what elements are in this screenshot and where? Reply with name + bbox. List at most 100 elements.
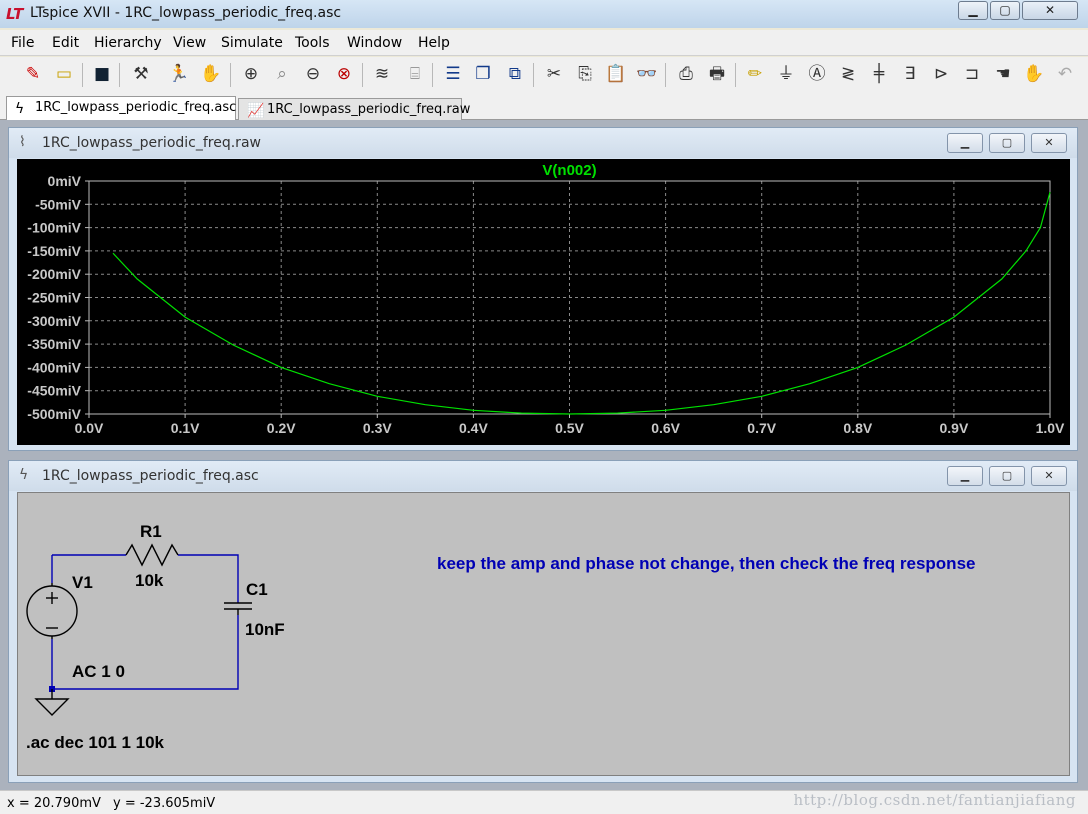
save-icon[interactable]: ■ <box>89 61 115 87</box>
ground-icon[interactable]: ⏚ <box>773 61 799 87</box>
copy-icon[interactable]: ⎘ <box>572 61 598 87</box>
waveform-minimize-button[interactable]: ▁ <box>947 133 983 153</box>
y-tick-label: 0miV <box>48 173 82 189</box>
capacitor-c1[interactable] <box>224 602 252 615</box>
maximize-button[interactable]: ▢ <box>990 1 1020 20</box>
diode-icon[interactable]: ⊳ <box>928 61 954 87</box>
tab-label: 1RC_lowpass_periodic_freq.raw <box>267 102 471 117</box>
menu-window[interactable]: Window <box>347 35 402 51</box>
toolbar-separator <box>533 63 534 87</box>
r1-name[interactable]: R1 <box>140 522 162 541</box>
y-tick-label: -450miV <box>27 383 81 399</box>
close-button[interactable]: ✕ <box>1022 1 1078 20</box>
x-tick-label: 0.4V <box>459 420 488 436</box>
waveform-maximize-button[interactable]: ▢ <box>989 133 1025 153</box>
toolbar-separator <box>665 63 666 87</box>
capacitor-icon[interactable]: ╪ <box>866 61 892 87</box>
resistor-r1[interactable] <box>125 543 179 567</box>
label-icon[interactable]: Ⓐ <box>804 61 830 87</box>
y-tick-label: -350miV <box>27 336 81 352</box>
menu-view[interactable]: View <box>173 35 206 51</box>
voltage-source-v1[interactable] <box>26 583 78 639</box>
tab-waveform[interactable]: 📈 1RC_lowpass_periodic_freq.raw <box>238 98 470 122</box>
schematic-drawing[interactable]: R1 10k C1 10nF V1 AC 1 0 .ac dec 101 1 1… <box>18 493 1069 775</box>
schematic-close-button[interactable]: ✕ <box>1031 466 1067 486</box>
schematic-window-titlebar: ϟ 1RC_lowpass_periodic_freq.asc ▁ ▢ ✕ <box>9 461 1077 491</box>
waveform-plot[interactable]: 0.0V 0.1V 0.2V 0.3V 0.4V 0.5V 0.6V 0.7V 0.8V 0.9V… <box>17 159 1070 445</box>
x-tick-label: 0.9V <box>939 420 968 436</box>
c1-value[interactable]: 10nF <box>245 620 285 639</box>
menu-simulate[interactable]: Simulate <box>221 35 283 51</box>
zoom-fit-icon[interactable]: ⊗ <box>331 61 357 87</box>
schematic-minimize-button[interactable]: ▁ <box>947 466 983 486</box>
tab-label: 1RC_lowpass_periodic_freq.asc <box>35 100 237 115</box>
schematic-icon: ϟ <box>15 101 25 117</box>
find-icon[interactable]: 👓 <box>634 61 660 87</box>
zoom-in-icon[interactable]: ⊕ <box>238 61 264 87</box>
schematic-comment[interactable]: keep the amp and phase not change, then … <box>437 554 975 573</box>
y-tick-label: -100miV <box>27 220 81 236</box>
pan-hand-icon[interactable]: ✋ <box>198 61 224 87</box>
x-tick-label: 0.2V <box>267 420 296 436</box>
menu-tools[interactable]: Tools <box>295 35 330 51</box>
resistor-icon[interactable]: ≷ <box>835 61 861 87</box>
x-tick-label: 0.0V <box>75 420 104 436</box>
v1-name[interactable]: V1 <box>72 573 93 592</box>
move-hand-icon[interactable]: ☚ <box>990 61 1016 87</box>
print-setup-icon[interactable]: 🖶 <box>704 61 730 87</box>
autorange-icon[interactable]: ≋ <box>369 61 395 87</box>
x-tick-label: 0.5V <box>555 420 584 436</box>
paste-icon[interactable]: 📋 <box>603 61 629 87</box>
x-tick-label: 0.8V <box>843 420 872 436</box>
open-folder-icon[interactable]: ▭ <box>51 61 77 87</box>
ground-symbol[interactable] <box>34 686 70 716</box>
inductor-icon[interactable]: ∃ <box>897 61 923 87</box>
menu-hierarchy[interactable]: Hierarchy <box>94 35 162 51</box>
tab-schematic[interactable]: ϟ 1RC_lowpass_periodic_freq.asc <box>6 96 236 121</box>
r1-value[interactable]: 10k <box>135 571 164 590</box>
waveform-close-button[interactable]: ✕ <box>1031 133 1067 153</box>
trace-label[interactable]: V(n002) <box>542 162 596 179</box>
component-icon[interactable]: ⊐ <box>959 61 985 87</box>
waveform-chart[interactable]: 0.0V 0.1V 0.2V 0.3V 0.4V 0.5V 0.6V 0.7V 0.8V 0.9V… <box>17 159 1070 445</box>
menu-bar: File Edit Hierarchy View Simulate Tools … <box>0 30 1088 56</box>
ltspice-window: LT LTspice XVII - 1RC_lowpass_periodic_f… <box>0 0 1088 814</box>
spice-directive[interactable]: .ac dec 101 1 10k <box>26 733 165 752</box>
tile-horizontal-icon[interactable]: ☰ <box>440 61 466 87</box>
plot-settings-icon[interactable]: ⌸ <box>402 61 428 87</box>
hammer-icon[interactable]: ⚒ <box>128 61 154 87</box>
trace-v-n002[interactable] <box>112 192 1051 415</box>
menu-help[interactable]: Help <box>418 35 450 51</box>
menu-file[interactable]: File <box>11 35 34 51</box>
status-bar: x = 20.790mV y = -23.605miV http://blog.… <box>0 790 1088 814</box>
wire-icon[interactable]: ✏ <box>742 61 768 87</box>
toolbar-separator <box>119 63 120 87</box>
new-schematic-icon[interactable]: ✎ <box>20 61 46 87</box>
x-tick-label: 0.7V <box>747 420 776 436</box>
print-icon[interactable]: ⎙ <box>673 61 699 87</box>
drag-hand-icon[interactable]: ✋ <box>1021 61 1047 87</box>
menu-edit[interactable]: Edit <box>52 35 79 51</box>
y-tick-label: -250miV <box>27 290 81 306</box>
x-tick-label: 0.6V <box>651 420 680 436</box>
tile-vertical-icon[interactable]: ⧉ <box>502 61 528 87</box>
schematic-canvas[interactable]: R1 10k C1 10nF V1 AC 1 0 .ac dec 101 1 1… <box>17 492 1070 776</box>
minimize-button[interactable]: ▁ <box>958 1 988 20</box>
v1-value[interactable]: AC 1 0 <box>72 662 125 681</box>
run-icon[interactable]: 🏃 <box>166 61 192 87</box>
cut-icon[interactable]: ✂ <box>541 61 567 87</box>
wire-top-right[interactable] <box>178 554 239 603</box>
toolbar: ✎ ▭ ■ ⚒ 🏃 ✋ ⊕ ⌕ ⊖ ⊗ ≋ ⌸ ☰ ❐ ⧉ ✂ ⎘ 📋 👓 ⎙ … <box>0 57 1088 93</box>
undo-icon[interactable]: ↶ <box>1052 61 1078 87</box>
waveform-icon: 📈 <box>247 103 265 119</box>
zoom-area-icon[interactable]: ⌕ <box>269 61 295 87</box>
c1-name[interactable]: C1 <box>246 580 268 599</box>
schematic-maximize-button[interactable]: ▢ <box>989 466 1025 486</box>
cascade-icon[interactable]: ❐ <box>470 61 496 87</box>
x-tick-label: 0.1V <box>171 420 200 436</box>
cursor-x-readout: x = 20.790mV <box>7 796 101 811</box>
y-tick-label: -300miV <box>27 313 81 329</box>
zoom-out-icon[interactable]: ⊖ <box>300 61 326 87</box>
waveform-window-titlebar: ⌇ 1RC_lowpass_periodic_freq.raw ▁ ▢ ✕ <box>9 128 1077 158</box>
x-tick-label: 0.3V <box>363 420 392 436</box>
